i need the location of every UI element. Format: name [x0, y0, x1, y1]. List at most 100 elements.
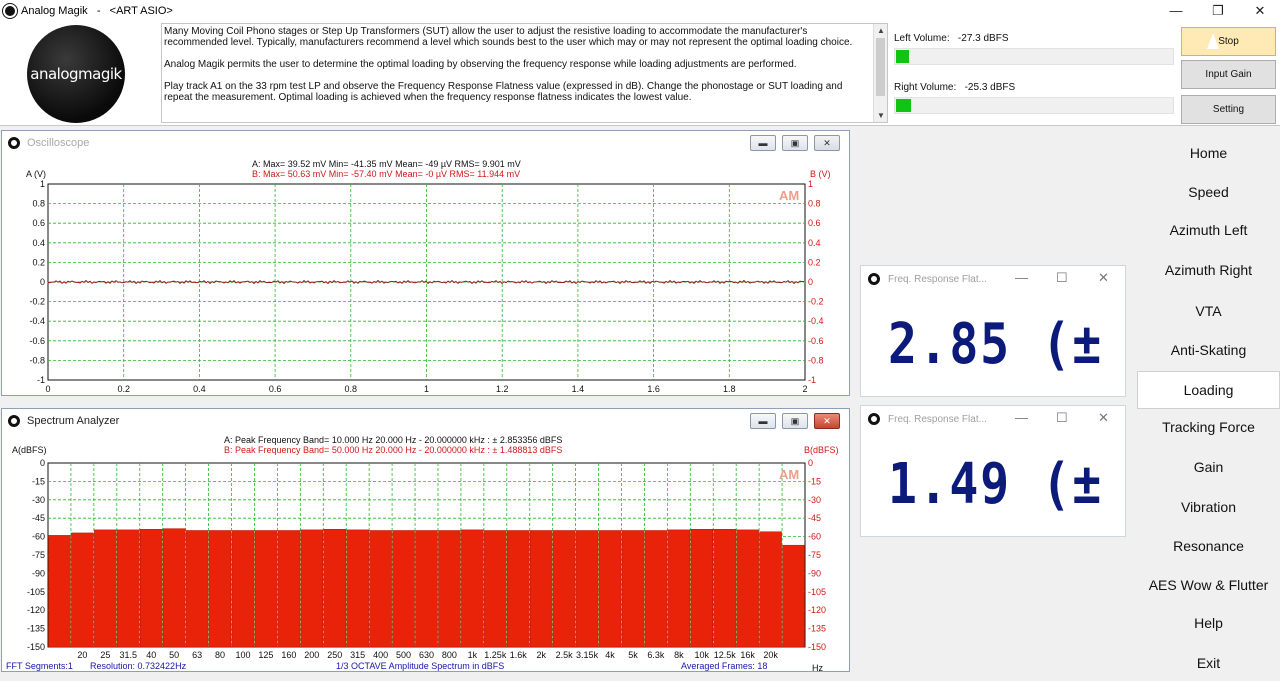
x-tick-label: 1.2 [496, 384, 509, 394]
y-tick-label-left: 0.4 [32, 238, 45, 248]
y-axis-right-label: B(dBFS) [804, 445, 839, 455]
instruction-paragraph-1: Many Moving Coil Phono stages or Step Up… [164, 26, 853, 48]
maximize-icon[interactable]: ☐ [1056, 410, 1068, 426]
spectrum-bar [736, 529, 759, 648]
window-icon [868, 273, 880, 285]
spectrum-bar [185, 530, 209, 648]
spectrum-bar [140, 528, 163, 648]
y-tick-label-right: -120 [808, 605, 826, 615]
menu-item-help[interactable]: Help [1137, 604, 1280, 642]
am-watermark: AM [779, 467, 799, 482]
close-icon[interactable]: ✕ [1098, 270, 1109, 286]
input-gain-button[interactable]: Input Gain [1181, 60, 1276, 89]
menu-item-exit[interactable]: Exit [1137, 644, 1280, 681]
fft-segments-label: FFT Segments:1 [6, 661, 73, 671]
x-tick-label: 50 [169, 650, 179, 660]
spectrum-bar [644, 530, 668, 648]
spectrum-bar [507, 530, 530, 648]
capture-timestamp: +15:10:20:361 [6, 394, 64, 395]
close-icon[interactable]: ✕ [1098, 410, 1109, 426]
y-tick-label-right: -60 [808, 532, 821, 542]
oscilloscope-caption: Oscilloscope ▬ ▣ ✕ [2, 131, 849, 155]
y-axis-right-label: B (V) [810, 169, 831, 179]
menu-item-azimuth-right[interactable]: Azimuth Right [1137, 251, 1280, 289]
y-tick-label-right: -0.6 [808, 336, 824, 346]
menu-item-home[interactable]: Home [1137, 134, 1280, 172]
spectrum-bar [300, 529, 324, 648]
spectrum-chart: A: Peak Frequency Band= 10.000 Hz 20.000… [6, 435, 839, 671]
y-tick-label-left: 0 [40, 277, 45, 287]
y-tick-label-right: -0.2 [808, 297, 824, 307]
menu-item-vta[interactable]: VTA [1137, 292, 1280, 330]
maximize-icon[interactable]: ▣ [782, 413, 808, 429]
spectrum-bar [71, 532, 94, 648]
spectrum-bar [231, 530, 255, 648]
window-icon [8, 415, 20, 427]
spectrum-bar [277, 530, 301, 648]
restore-icon[interactable]: ❐ [1197, 0, 1239, 21]
y-axis-left-label: A (V) [26, 169, 46, 179]
scroll-down-icon[interactable]: ▼ [874, 110, 887, 121]
y-tick-label-left: -1 [37, 375, 45, 385]
menu-item-aes-wow-flutter[interactable]: AES Wow & Flutter [1137, 566, 1280, 604]
x-tick-label: 0.2 [117, 384, 130, 394]
minimize-icon[interactable]: — [1155, 0, 1197, 21]
minimize-icon[interactable]: ▬ [750, 135, 776, 151]
y-tick-label-right: 0.4 [808, 238, 821, 248]
close-icon[interactable]: ✕ [814, 135, 840, 151]
x-tick-label: 0.6 [269, 384, 282, 394]
close-icon[interactable]: ✕ [1239, 0, 1280, 21]
x-tick-label: 100 [235, 650, 250, 660]
menu-item-tracking-force[interactable]: Tracking Force [1137, 408, 1280, 446]
y-axis-left-label: A(dBFS) [12, 445, 47, 455]
stop-button[interactable]: Stop [1181, 27, 1276, 56]
x-tick-label: 1 [424, 384, 429, 394]
instructions-text-box[interactable]: Many Moving Coil Phono stages or Step Up… [161, 23, 888, 123]
menu-item-resonance[interactable]: Resonance [1137, 527, 1280, 565]
flatness-title: Freq. Response Flat... [888, 413, 987, 425]
spectrum-bar [94, 529, 117, 648]
spectrum-bar [575, 530, 599, 648]
menu-item-vibration[interactable]: Vibration [1137, 488, 1280, 526]
x-tick-label: 500 [396, 650, 411, 660]
x-axis-unit: Hz [812, 663, 823, 671]
scroll-up-icon[interactable]: ▲ [874, 25, 887, 36]
right-volume-bar [894, 97, 1174, 114]
x-axis-unit: s [809, 394, 814, 395]
maximize-icon[interactable]: ▣ [782, 135, 808, 151]
menu-item-speed[interactable]: Speed [1137, 173, 1280, 211]
x-tick-label: 1.4 [572, 384, 585, 394]
x-tick-label: 2 [802, 384, 807, 394]
spectrum-bar [117, 529, 140, 648]
maximize-icon[interactable]: ☐ [1056, 270, 1068, 286]
x-tick-label: 160 [281, 650, 296, 660]
channel-a-stats: A: Max= 39.52 mV Min= -41.35 mV Mean= -4… [252, 159, 521, 169]
menu-item-loading[interactable]: Loading [1137, 371, 1280, 409]
menu-item-anti-skating[interactable]: Anti-Skating [1137, 331, 1280, 369]
x-tick-label: 4k [605, 650, 615, 660]
close-icon[interactable]: ✕ [814, 413, 840, 429]
setting-button[interactable]: Setting [1181, 95, 1276, 124]
x-tick-label: 80 [215, 650, 225, 660]
minimize-icon[interactable]: ▬ [750, 413, 776, 429]
scrollbar-thumb[interactable] [876, 38, 885, 96]
y-tick-label-right: -75 [808, 550, 821, 560]
logo-text: analogmagik [30, 65, 122, 83]
menu-item-gain[interactable]: Gain [1137, 448, 1280, 486]
menu-item-azimuth-left[interactable]: Azimuth Left [1137, 211, 1280, 249]
instructions-scrollbar[interactable]: ▲ ▼ [873, 24, 887, 122]
spectrum-bar [484, 530, 507, 648]
spectrum-bar [48, 535, 71, 648]
minimize-icon[interactable]: — [1015, 270, 1028, 285]
minimize-icon[interactable]: — [1015, 410, 1028, 425]
oscilloscope-title: Oscilloscope [27, 137, 90, 149]
x-tick-label: 12.5k [714, 650, 737, 660]
spectrum-caption: Spectrum Analyzer ▬ ▣ ✕ [2, 409, 849, 433]
spectrum-bar [346, 529, 369, 648]
oscilloscope-chart: A: Max= 39.52 mV Min= -41.35 mV Mean= -4… [6, 159, 831, 395]
channel-b-peak: B: Peak Frequency Band= 50.000 Hz 20.000… [224, 445, 562, 455]
spectrum-title: Spectrum Analyzer [27, 415, 120, 427]
y-tick-label-left: -0.8 [29, 355, 45, 365]
window-icon [8, 137, 20, 149]
spectrum-bar [254, 530, 278, 648]
